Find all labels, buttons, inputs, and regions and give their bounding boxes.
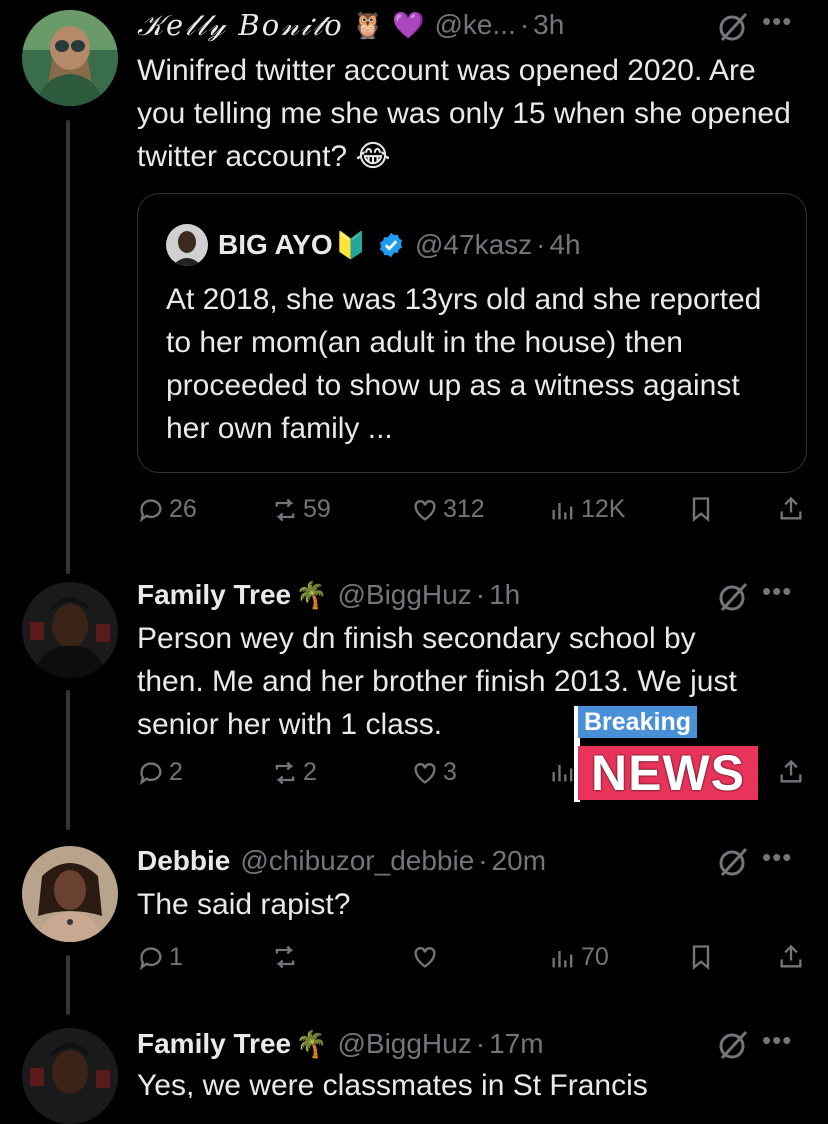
views-button[interactable]: 12K	[549, 495, 625, 524]
repost-button[interactable]	[271, 943, 299, 971]
timestamp[interactable]: 20m	[492, 845, 546, 877]
views-count: 12K	[581, 495, 626, 523]
avatar[interactable]	[22, 846, 118, 942]
views-button[interactable]: 70	[549, 943, 609, 972]
thread-line	[66, 120, 70, 574]
share-button[interactable]	[777, 943, 805, 971]
tweet-header: Family Tree 🌴 @BiggHuz · 1h	[137, 575, 520, 615]
palm-tree-emoji: 🌴	[295, 1028, 328, 1059]
tweet-header: 𝒦𝑒𝓁𝓁𝓎 𝐵𝑜𝓃𝒾𝓉𝑜 🦉 💜 @ke... · 3h	[137, 5, 564, 45]
views-icon	[552, 502, 573, 519]
like-button[interactable]: 3	[411, 758, 457, 787]
action-bar: 1 70	[137, 943, 807, 983]
share-button[interactable]	[777, 758, 805, 786]
quote-text: At 2018, she was 13yrs old and she repor…	[166, 283, 762, 445]
repost-count: 59	[303, 495, 331, 523]
display-name[interactable]: Family Tree	[137, 579, 291, 611]
like-icon	[414, 762, 436, 784]
reply-count: 1	[169, 943, 183, 971]
repost-icon	[275, 945, 295, 969]
like-icon	[414, 499, 436, 521]
share-icon	[780, 759, 802, 783]
tweet-header: Debbie @chibuzor_debbie · 20m	[137, 841, 546, 881]
tweet-header: Family Tree 🌴 @BiggHuz · 17m	[137, 1024, 544, 1064]
user-handle[interactable]: @ke...	[434, 9, 515, 41]
share-icon	[780, 496, 802, 520]
more-icon[interactable]: •••	[762, 1025, 792, 1056]
quote-display-name: BIG AYO	[218, 229, 333, 260]
breaking-label: Breaking	[578, 706, 697, 738]
reply-count: 26	[169, 495, 197, 523]
owl-emoji: 🦉	[351, 9, 385, 40]
avatar[interactable]	[22, 1028, 118, 1124]
tweet-text: The said rapist?	[137, 888, 351, 921]
grok-icon[interactable]	[716, 10, 750, 44]
tweet-text: Winifred twitter account was opened 2020…	[137, 54, 791, 173]
thread-line	[66, 955, 70, 1015]
grok-icon[interactable]	[716, 580, 750, 614]
bookmark-icon	[692, 945, 710, 970]
user-handle[interactable]: @chibuzor_debbie	[240, 845, 474, 877]
news-label: NEWS	[578, 746, 758, 800]
separator-dot: ·	[475, 1028, 486, 1059]
bookmark-button[interactable]	[687, 495, 715, 523]
separator-dot: ·	[519, 9, 530, 40]
palm-tree-emoji: 🌴	[295, 579, 328, 610]
reply-count: 2	[169, 758, 183, 786]
repost-icon	[275, 761, 295, 784]
timestamp[interactable]: 17m	[489, 1028, 543, 1060]
reply-icon	[139, 946, 162, 970]
display-name[interactable]: Debbie	[137, 845, 230, 877]
timestamp[interactable]: 3h	[533, 9, 564, 41]
quote-timestamp: 4h	[549, 229, 581, 260]
more-icon[interactable]: •••	[762, 842, 792, 873]
tweet-text: Yes, we were classmates in St Francis	[137, 1069, 648, 1098]
like-count: 312	[443, 495, 485, 523]
user-handle[interactable]: @BiggHuz	[337, 1028, 471, 1060]
timestamp[interactable]: 1h	[489, 579, 520, 611]
grok-icon[interactable]	[716, 845, 750, 879]
quoted-tweet[interactable]: BIG AYO 🔰 @47kasz · 4h At 2018, she was …	[137, 193, 807, 473]
reply-icon	[139, 761, 162, 785]
like-button[interactable]	[411, 943, 439, 971]
repost-button[interactable]: 59	[271, 495, 331, 524]
display-name[interactable]: Family Tree	[137, 1028, 291, 1060]
repost-button[interactable]: 2	[271, 758, 317, 787]
verified-icon	[379, 232, 403, 258]
thread-line	[66, 690, 70, 830]
repost-icon	[275, 498, 295, 521]
purple-heart-emoji: 💜	[392, 9, 425, 40]
share-icon	[780, 944, 802, 968]
more-icon[interactable]: •••	[762, 576, 792, 607]
grok-icon[interactable]	[716, 1028, 750, 1062]
share-button[interactable]	[777, 495, 805, 523]
avatar[interactable]	[22, 582, 118, 678]
beginner-emoji: 🔰	[334, 229, 367, 260]
views-button[interactable]	[549, 758, 577, 786]
separator-dot: ·	[478, 845, 488, 876]
quote-avatar	[166, 224, 208, 266]
reply-button[interactable]: 1	[137, 943, 183, 972]
avatar[interactable]	[22, 10, 118, 106]
separator-dot: ·	[475, 579, 486, 610]
separator-dot: ·	[536, 229, 546, 260]
user-handle[interactable]: @BiggHuz	[337, 579, 471, 611]
views-icon	[552, 950, 573, 967]
repost-count: 2	[303, 758, 317, 786]
reply-icon	[139, 498, 162, 522]
like-count: 3	[443, 758, 457, 786]
bookmark-button[interactable]	[687, 943, 715, 971]
quote-handle: @47kasz	[415, 229, 533, 260]
views-count: 70	[581, 943, 609, 971]
reply-button[interactable]: 2	[137, 758, 183, 787]
bookmark-icon	[692, 497, 710, 522]
display-name[interactable]: 𝒦𝑒𝓁𝓁𝓎 𝐵𝑜𝓃𝒾𝓉𝑜	[137, 8, 344, 43]
reply-button[interactable]: 26	[137, 495, 197, 524]
like-icon	[414, 947, 436, 968]
like-button[interactable]: 312	[411, 495, 485, 524]
views-icon	[552, 765, 573, 782]
action-bar: 26 59 312 12K	[137, 495, 807, 535]
more-icon[interactable]: •••	[762, 6, 792, 37]
